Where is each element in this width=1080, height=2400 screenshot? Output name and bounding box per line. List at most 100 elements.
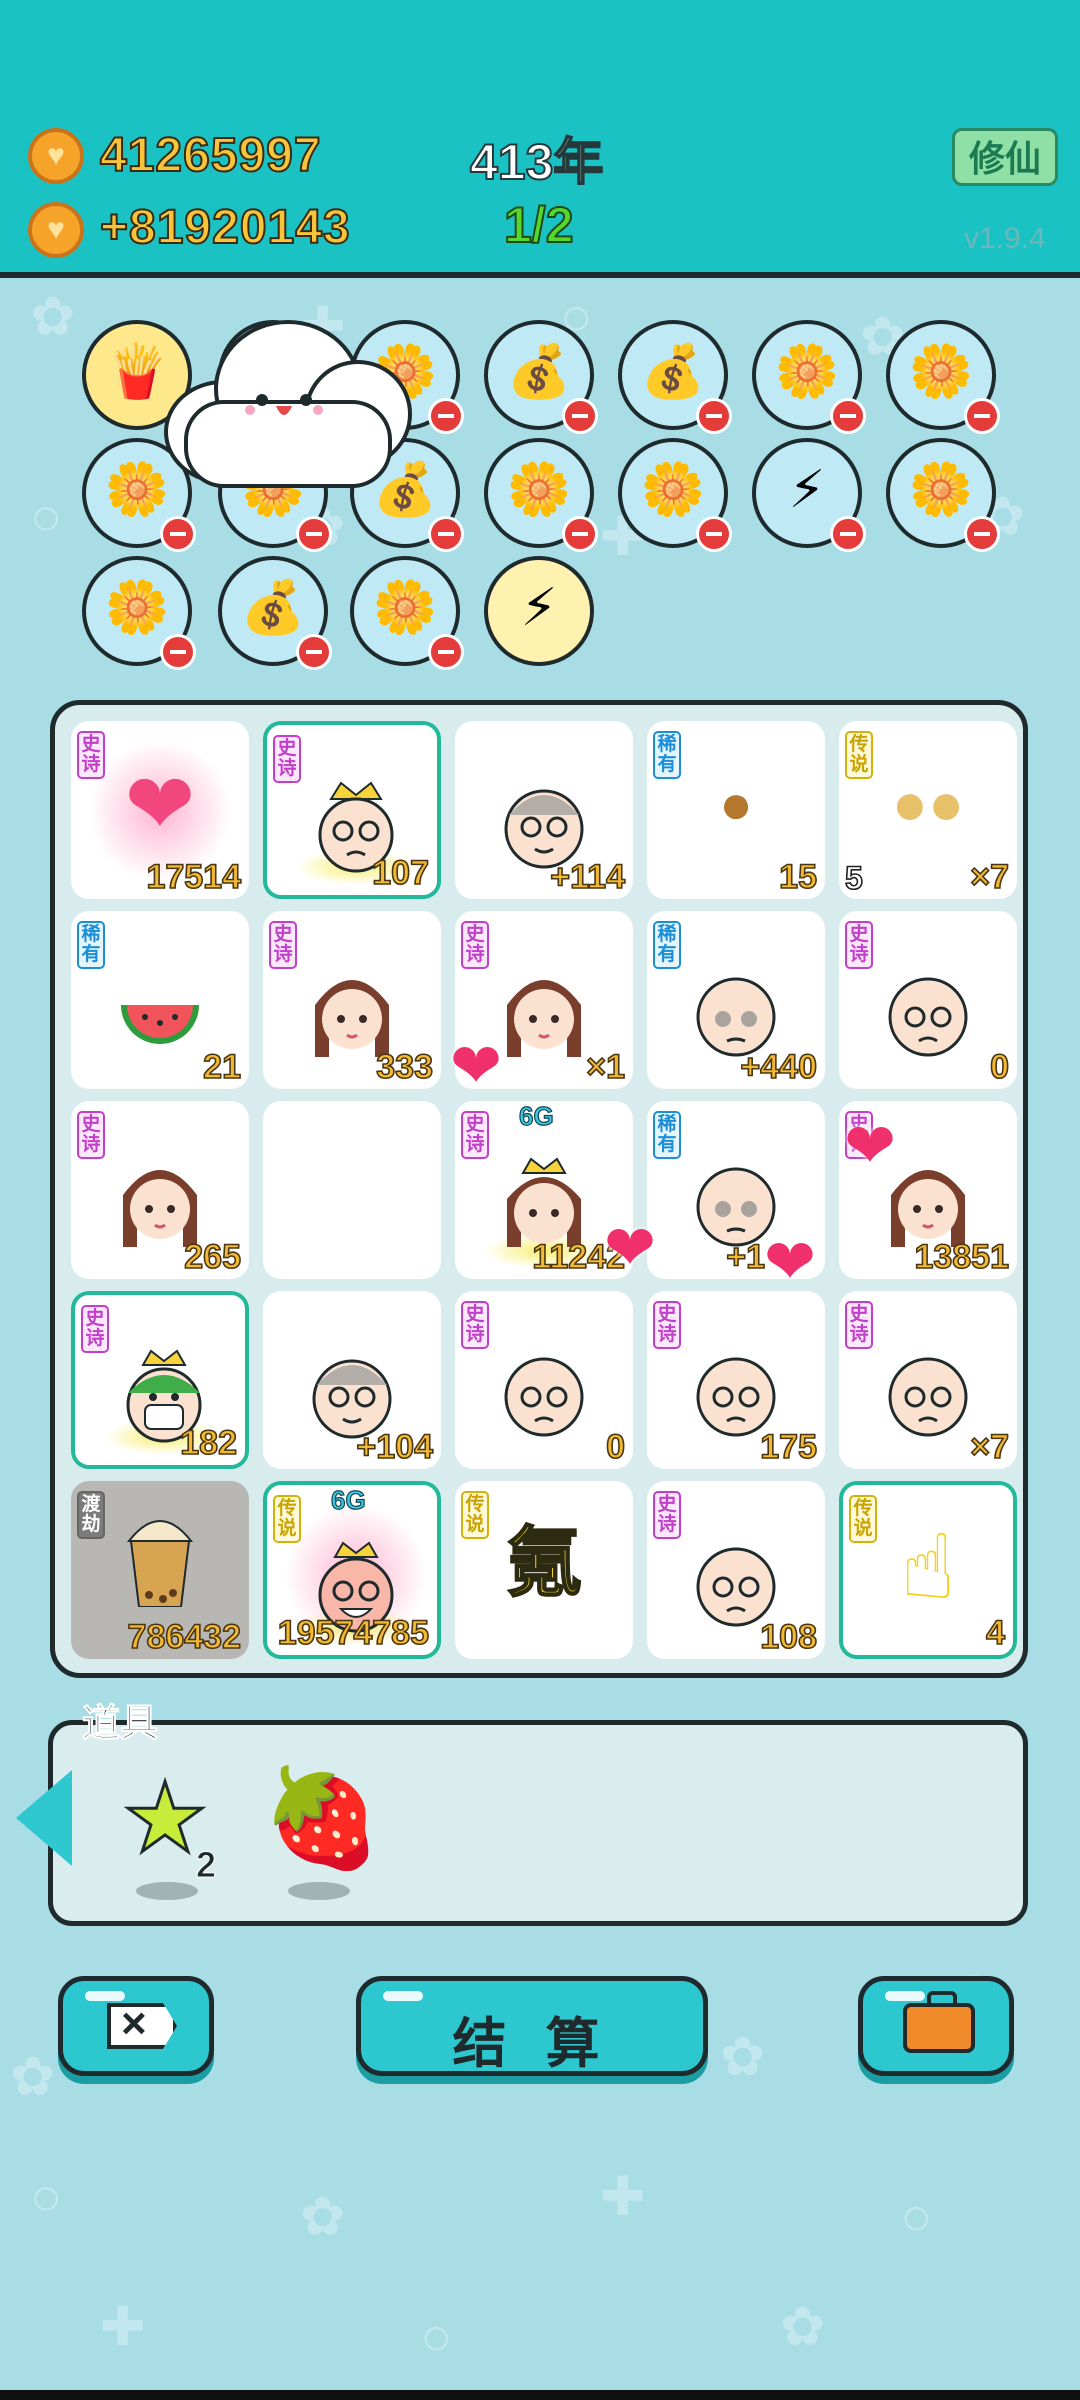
remove-icon[interactable] [428, 516, 464, 552]
rarity-badge: 稀有 [77, 921, 105, 969]
queue-item[interactable]: 💰 [618, 320, 732, 434]
board-cell[interactable]: 传说 ●● 5 ×7 [839, 721, 1017, 899]
bag-button[interactable] [858, 1976, 1014, 2076]
board-cell[interactable]: 传说 ☝ 4 [839, 1481, 1017, 1659]
cell-left-value: 5 [844, 859, 863, 897]
rarity-badge: 史诗 [461, 921, 489, 969]
remove-icon[interactable] [296, 516, 332, 552]
tool-item[interactable]: 🍓 [262, 1764, 382, 1900]
board-cell[interactable]: 史诗 0 [455, 1291, 633, 1469]
cell-value: 265 [183, 1237, 241, 1277]
queue-item[interactable]: ⚡ [484, 556, 594, 666]
queue-item[interactable]: 💰 [484, 320, 598, 434]
board-cell[interactable]: 传说 6G 19574785 [263, 1481, 441, 1659]
board-cell[interactable]: 史诗 265 [71, 1101, 249, 1279]
flower-pot-icon: 🌼 [908, 343, 974, 401]
board-cell[interactable]: 史诗 333 [263, 911, 441, 1089]
crowned-girl-icon [507, 1157, 581, 1247]
tool-item[interactable]: ★ 2 [110, 1764, 220, 1900]
top-header: 41265997 +81920143 413年 1/2 修仙 v1.9.4 [0, 0, 1080, 278]
strawberry-icon: 🍓 [262, 1765, 382, 1872]
remove-icon[interactable] [160, 634, 196, 670]
cell-value: 21 [202, 1047, 241, 1087]
cell-value: +104 [356, 1427, 434, 1467]
cell-value: ×7 [969, 1427, 1009, 1467]
queue-item[interactable]: 💰 [218, 556, 332, 670]
board-cell[interactable]: 史诗 0 [839, 911, 1017, 1089]
close-icon: × [107, 2003, 177, 2049]
cell-value: +114 [549, 857, 625, 897]
cultivate-button[interactable]: 修仙 [952, 128, 1058, 186]
nut-icon: ● [719, 772, 753, 835]
floating-heart-icon: ❤ [450, 1032, 502, 1101]
queue-item[interactable]: 🌼 [886, 320, 1000, 434]
board-cell[interactable]: 史诗 107 [263, 721, 441, 899]
remove-icon[interactable] [160, 516, 196, 552]
flower-pot-icon: 🌼 [774, 343, 840, 401]
rarity-badge: 史诗 [461, 1301, 489, 1349]
flower-pot-icon: 🌼 [908, 461, 974, 519]
krypton-glyph: 氪 [505, 1520, 583, 1607]
remove-icon[interactable] [428, 634, 464, 670]
board-cell[interactable]: 稀有 +440 [647, 911, 825, 1089]
progress-fraction: 1/2 [503, 196, 575, 254]
bald-face-icon [696, 1547, 776, 1627]
year-counter: 413年 [469, 133, 604, 191]
settle-button[interactable]: 结 算 [356, 1976, 708, 2076]
milk-tea-icon [126, 1520, 194, 1607]
board-cell[interactable]: 史诗 ×7 [839, 1291, 1017, 1469]
queue-item[interactable]: 🌼 [886, 438, 1000, 552]
queue-item[interactable]: 🌼 [82, 556, 196, 670]
remove-icon[interactable] [296, 634, 332, 670]
cell-value: 19574785 [277, 1613, 430, 1653]
money-bag-icon: 💰 [640, 343, 706, 401]
money-bag-icon: 💰 [506, 343, 572, 401]
board-cell[interactable]: 史诗 175 [647, 1291, 825, 1469]
coin-rate: +81920143 [99, 200, 351, 255]
board-cell[interactable]: 史诗 108 [647, 1481, 825, 1659]
queue-item[interactable]: 🌼 [350, 556, 464, 670]
queue-item[interactable]: 🌼 [484, 438, 598, 552]
remove-icon[interactable] [964, 516, 1000, 552]
remove-icon[interactable] [696, 516, 732, 552]
board-cell[interactable]: +114 [455, 721, 633, 899]
cell-value: 15 [778, 857, 817, 897]
queue-item[interactable]: ⚡ [752, 438, 866, 552]
remove-icon[interactable] [964, 398, 1000, 434]
remove-icon[interactable] [562, 516, 598, 552]
shine [85, 1991, 125, 2001]
queue-item[interactable]: 🌼 [618, 438, 732, 552]
board-cell[interactable]: +104 [263, 1291, 441, 1469]
left-arrow-icon[interactable] [16, 1770, 72, 1866]
remove-icon[interactable] [428, 398, 464, 434]
queue-item[interactable]: 🌼 [752, 320, 866, 434]
rarity-badge: 史诗 [845, 921, 873, 969]
cell-value: 333 [375, 1047, 433, 1087]
remove-icon[interactable] [830, 398, 866, 434]
shine [885, 1991, 925, 2001]
cell-value: 182 [179, 1423, 237, 1463]
cell-value: ×1 [585, 1047, 625, 1087]
board-cell[interactable]: 史诗 ❤ 17514 [71, 721, 249, 899]
remove-icon[interactable] [562, 398, 598, 434]
board-cell[interactable]: 传说 氪 [455, 1481, 633, 1659]
girl-face-icon [507, 980, 581, 1057]
remove-icon[interactable] [696, 398, 732, 434]
cell-value: 13851 [914, 1237, 1010, 1277]
cell-value: 108 [759, 1617, 817, 1657]
flower-pot-icon: 🌼 [104, 579, 170, 637]
old-man-face-icon [504, 789, 584, 869]
board-cell[interactable]: 稀有 ● 15 [647, 721, 825, 899]
board-cell[interactable]: 渡劫 786432 [71, 1481, 249, 1659]
rarity-badge: 史诗 [273, 735, 301, 783]
bald-face-icon [888, 1357, 968, 1437]
board-cell[interactable]: 史诗 182 [71, 1291, 249, 1469]
close-button[interactable]: × [58, 1976, 214, 2076]
rarity-badge: 史诗 [845, 1301, 873, 1349]
watermelon-icon [121, 1005, 199, 1044]
board-cell[interactable]: 稀有 21 [71, 911, 249, 1089]
lightning-icon: ⚡ [520, 579, 558, 637]
remove-icon[interactable] [830, 516, 866, 552]
cell-value: +1 [725, 1237, 765, 1277]
board-cell-empty[interactable] [263, 1101, 441, 1279]
